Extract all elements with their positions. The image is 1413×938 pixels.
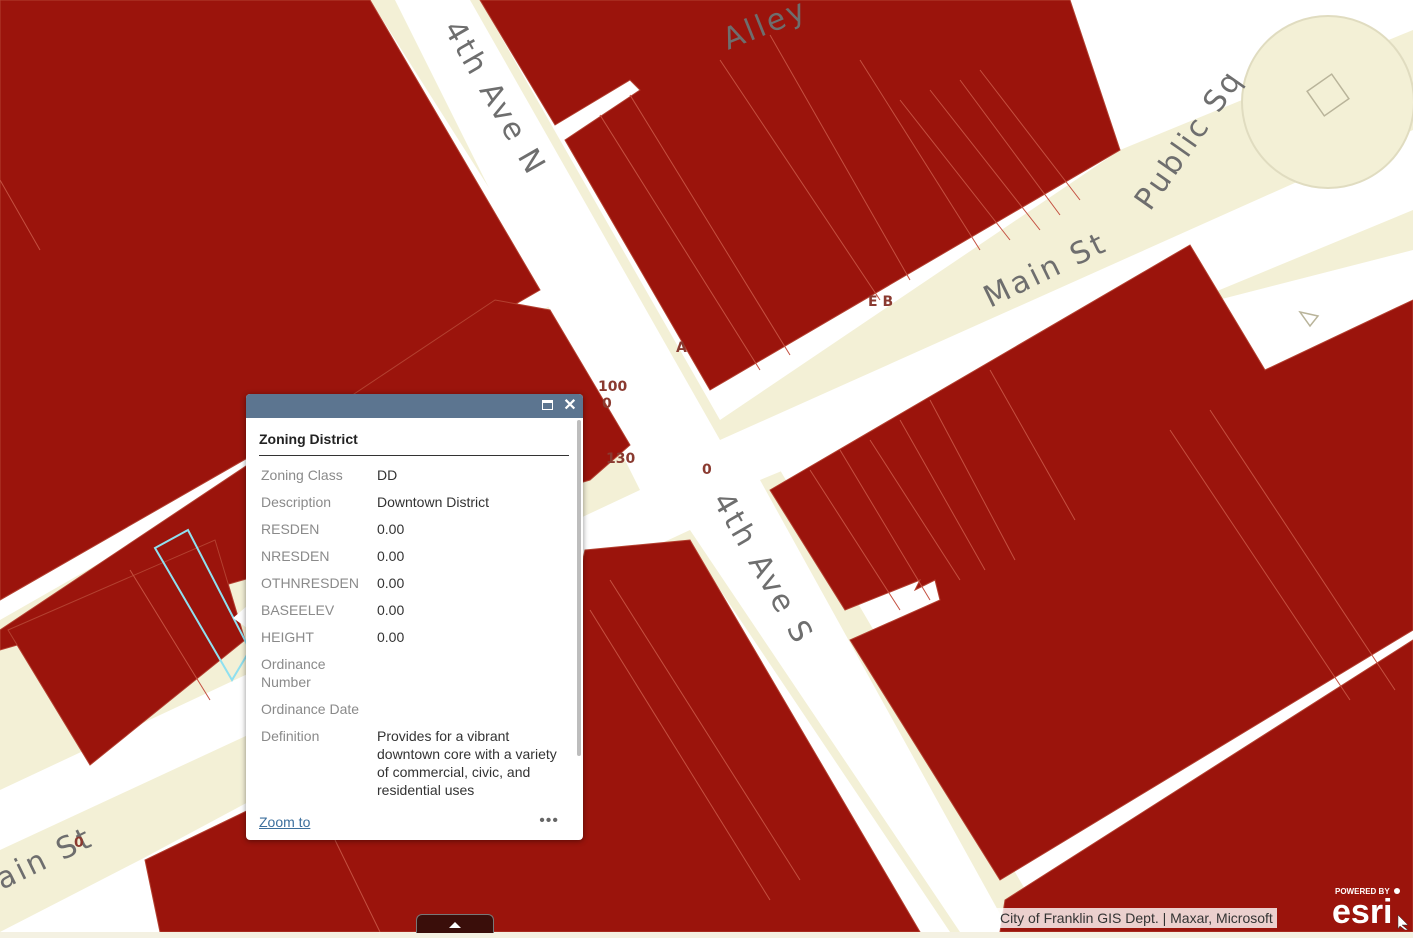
popup-scrollbar[interactable] <box>577 420 581 756</box>
attribute-label: OTHNRESDEN <box>261 575 360 591</box>
attribute-row: Ordinance Number <box>259 651 567 696</box>
bottom-panel-toggle[interactable] <box>416 914 494 933</box>
attribute-label: NRESDEN <box>261 548 330 564</box>
address-label: A <box>676 340 687 356</box>
attribute-row: NRESDEN 0.00 <box>259 543 567 570</box>
map-attribution: City of Franklin GIS Dept. | Maxar, Micr… <box>996 908 1277 928</box>
popup-pointer <box>233 606 247 628</box>
attribute-value: 0.00 <box>377 548 405 564</box>
map-canvas[interactable]: 4th Ave N 4th Ave S Main St ain St Alley… <box>0 0 1413 932</box>
attribute-value <box>375 651 567 696</box>
attribute-label: HEIGHT <box>261 629 314 645</box>
attribute-label: BASEELEV <box>261 602 335 618</box>
maximize-icon[interactable] <box>539 397 557 415</box>
esri-logo[interactable]: POWERED BY esri <box>1330 885 1410 930</box>
popup-titlebar: ✕ <box>246 394 583 418</box>
attribute-value: 0.00 <box>377 629 405 645</box>
attribute-value: DD <box>377 467 398 483</box>
attribute-row: Ordinance Date <box>259 696 567 723</box>
attribute-value: 0.00 <box>377 575 405 591</box>
address-label: 0 <box>74 835 84 851</box>
attribute-label: RESDEN <box>261 521 320 537</box>
address-label: 130 <box>606 451 635 467</box>
attribute-row: Description Downtown District <box>259 489 567 516</box>
attribute-row: Definition Provides for a vibrant downtow… <box>259 723 567 804</box>
attribute-value: Downtown District <box>377 494 490 510</box>
popup-content[interactable]: Zoning District Zoning Class DD Descripti… <box>246 418 575 814</box>
attribute-table: Zoning Class DD Description Downtown Distr… <box>259 462 567 804</box>
attribute-label: Description <box>261 494 332 510</box>
popup-title: Zoning District <box>259 431 569 456</box>
attribute-value <box>375 696 567 723</box>
address-label: E B <box>868 294 893 310</box>
address-label: 100 <box>598 379 627 395</box>
attribute-row: Zoning Class DD <box>259 462 567 489</box>
feature-popup: ✕ Zoning District Zoning Class DD Descrip… <box>246 394 583 840</box>
zoom-to-link[interactable]: Zoom to <box>259 814 310 830</box>
more-actions-icon[interactable]: ••• <box>539 812 559 830</box>
address-label: 0 <box>702 462 712 478</box>
esri-wordmark: esri <box>1332 893 1393 930</box>
attribute-value: 0.00 <box>377 602 405 618</box>
popup-footer: Zoom to ••• <box>259 812 569 834</box>
attribute-label: Ordinance Date <box>261 701 360 717</box>
attribute-row: OTHNRESDEN 0.00 <box>259 570 567 597</box>
attribute-row: RESDEN 0.00 <box>259 516 567 543</box>
attribute-row: BASEELEV 0.00 <box>259 597 567 624</box>
close-icon[interactable]: ✕ <box>561 397 579 415</box>
attribute-label: Definition <box>261 728 320 744</box>
chevron-up-icon <box>449 922 461 928</box>
attribute-label: Ordinance Number <box>261 656 326 690</box>
attribute-row: HEIGHT 0.00 <box>259 624 567 651</box>
attribute-label: Zoning Class <box>261 467 343 483</box>
attribute-value: Provides for a vibrant downtown core wit… <box>377 728 557 798</box>
attribute-value: 0.00 <box>377 521 405 537</box>
address-label: 0 <box>602 396 612 412</box>
